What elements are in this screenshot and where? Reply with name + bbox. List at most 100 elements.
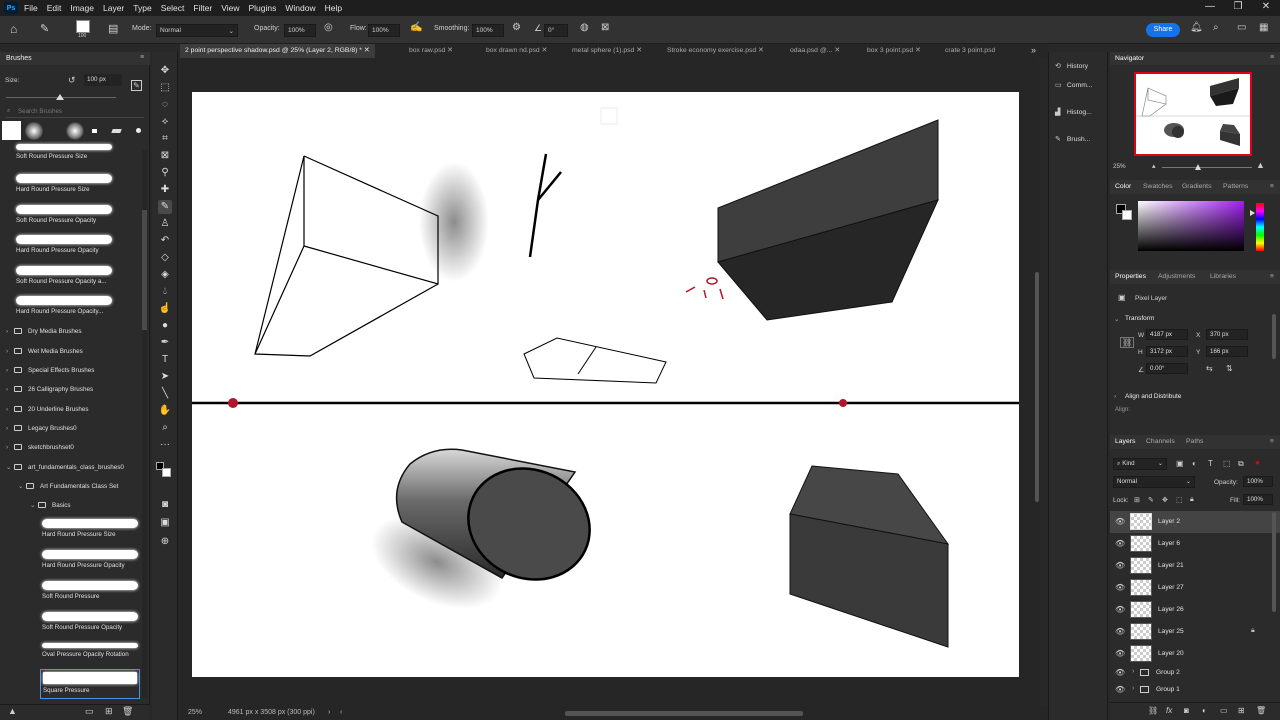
visibility-eye-icon[interactable]: 👁︎ (1115, 649, 1125, 658)
hue-slider-handle[interactable] (1250, 210, 1255, 216)
frame-tool-icon[interactable]: ⊠ (158, 149, 172, 163)
filter-smart-object-icon[interactable]: ⧉ (1238, 459, 1244, 469)
lock-transparent-icon[interactable]: ⊞ (1134, 496, 1140, 504)
type-tool-icon[interactable]: T (158, 353, 172, 367)
folder-calligraphy[interactable]: › 26 Calligraphy Brushes (6, 386, 93, 393)
angle-input[interactable]: 0° (544, 24, 568, 37)
new-brush-plus-icon[interactable]: ⊞ (105, 706, 113, 717)
visibility-eye-icon[interactable]: 👁︎ (1115, 605, 1125, 614)
tab-stroke-economy[interactable]: Stroke economy exercise.psd ✕ (662, 44, 769, 58)
visibility-eye-icon[interactable]: 👁︎ (1115, 517, 1125, 526)
zoom-in-icon[interactable]: ▲ (1256, 160, 1265, 170)
recent-brush-small[interactable] (136, 128, 141, 133)
brush-preset-item[interactable]: Soft Round Pressure Size (16, 144, 112, 160)
filter-pixel-icon[interactable]: ▣ (1176, 459, 1184, 468)
histogram-panel-button[interactable]: ▟ Histog... (1055, 108, 1092, 116)
comments-panel-button[interactable]: ▭ Comm... (1055, 81, 1093, 89)
add-mask-icon[interactable]: ◙ (1184, 706, 1189, 715)
recent-brush-square[interactable] (92, 129, 97, 133)
restore-button[interactable]: ❐ (1224, 0, 1252, 16)
menu-type[interactable]: Type (133, 3, 151, 13)
blend-mode-select[interactable]: Normal ⌄ (1113, 476, 1195, 488)
tab-box-3-point[interactable]: box 3 point.psd ✕ (862, 44, 926, 58)
tab-close-icon[interactable]: ✕ (636, 47, 642, 54)
tabs-overflow-icon[interactable]: » (1031, 45, 1036, 55)
folder-special-effects[interactable]: › Special Effects Brushes (6, 367, 94, 374)
minimize-button[interactable]: — (1196, 0, 1224, 16)
tab-close-icon[interactable]: ✕ (447, 47, 453, 54)
recent-brush-hard[interactable] (2, 121, 21, 140)
link-dimensions-icon[interactable]: ⛓ (1120, 337, 1135, 348)
zoom-out-icon[interactable]: ▴ (1152, 162, 1156, 170)
width-input[interactable]: 4187 px (1146, 329, 1188, 340)
new-layer-icon[interactable]: ⊞ (1238, 706, 1245, 715)
visibility-eye-icon[interactable]: 👁︎ (1115, 685, 1125, 694)
tab-libraries[interactable]: Libraries (1210, 273, 1236, 280)
panel-menu-icon[interactable]: ≡ (1270, 183, 1274, 190)
lock-artboard-icon[interactable]: ⬚ (1176, 496, 1183, 504)
tab-properties[interactable]: Properties (1115, 273, 1146, 280)
folder-wet-media[interactable]: › Wet Media Brushes (6, 348, 83, 355)
folder-sketch[interactable]: › sketchbrushset0 (6, 444, 74, 451)
recent-brush-oval[interactable] (111, 129, 122, 133)
transform-chevron-icon[interactable]: ⌄ (1114, 315, 1119, 323)
visibility-eye-icon[interactable]: 👁︎ (1115, 539, 1125, 548)
screen-mode-icon[interactable]: ▣ (158, 516, 172, 530)
navigator-title[interactable]: Navigator (1115, 55, 1144, 62)
delete-trash-icon[interactable]: 🗑︎ (122, 706, 133, 717)
folder-legacy[interactable]: › Legacy Brushes0 (6, 425, 77, 432)
scroll-left-icon[interactable]: ‹ (340, 709, 342, 716)
menu-edit[interactable]: Edit (47, 3, 62, 13)
menu-filter[interactable]: Filter (193, 3, 212, 13)
notifications-bell-icon[interactable]: 🔔︎ (1190, 22, 1203, 33)
group-row[interactable]: 👁︎ › Group 1 (1110, 681, 1280, 698)
new-group-icon[interactable]: ▭ (1220, 706, 1228, 715)
path-selection-tool-icon[interactable]: ➤ (158, 370, 172, 384)
canvas-vertical-scrollbar[interactable] (1034, 62, 1040, 702)
quick-selection-tool-icon[interactable]: ⟡ (158, 115, 172, 129)
tab-box-drawn-nd[interactable]: box drawn nd.psd ✕ (481, 44, 552, 58)
layer-opacity-input[interactable]: 100% (1243, 476, 1273, 487)
layer-row[interactable]: 👁︎ Layer 25 🔒︎ (1110, 621, 1280, 643)
smoothing-options-gear-icon[interactable]: ⚙ (512, 22, 521, 33)
folder-basics[interactable]: ⌄ Basics (30, 502, 71, 509)
folder-art-fundamentals-class-set[interactable]: ⌄ Art Fundamentals Class Set (18, 483, 118, 490)
paint-bucket-tool-icon[interactable]: ◈ (158, 268, 172, 282)
layer-effects-fx-icon[interactable]: fx (1166, 706, 1172, 715)
panel-menu-icon[interactable]: ≡ (1270, 54, 1274, 61)
tab-swatches[interactable]: Swatches (1143, 183, 1172, 190)
default-colors-icon[interactable] (152, 476, 178, 490)
search-icon[interactable]: ⌕ (1213, 22, 1219, 33)
panel-menu-icon[interactable]: ≡ (1270, 273, 1274, 280)
reset-size-icon[interactable]: ↺ (68, 75, 76, 86)
lock-image-icon[interactable]: ✎ (1148, 496, 1154, 504)
crop-tool-icon[interactable]: ⌗ (158, 132, 172, 146)
brush-tool-icon[interactable]: ✎ (158, 200, 172, 214)
healing-brush-tool-icon[interactable]: ✚ (158, 183, 172, 197)
brushes-panel-title[interactable]: Brushes (6, 55, 32, 62)
brush-preset-item[interactable]: Hard Round Pressure Opacity (16, 235, 112, 254)
tab-patterns[interactable]: Patterns (1223, 183, 1248, 190)
clone-stamp-tool-icon[interactable]: ♙ (158, 217, 172, 231)
navigator-preview[interactable] (1134, 72, 1252, 156)
brush-settings-icon[interactable]: ▤ (108, 22, 118, 35)
brush-preset-item[interactable]: Oval Pressure Opacity Rotation (42, 643, 138, 658)
flip-horizontal-icon[interactable]: ⇆ (1206, 364, 1213, 373)
chevron-right-icon[interactable]: › (1132, 668, 1134, 675)
opacity-input[interactable]: 100% (284, 24, 316, 37)
brush-preset-picker[interactable] (76, 20, 90, 33)
mode-select[interactable]: Normal ⌄ (156, 24, 238, 37)
new-brush-icon[interactable]: ✎ (131, 80, 142, 91)
align-chevron-icon[interactable]: › (1114, 393, 1116, 400)
tab-color[interactable]: Color (1115, 183, 1131, 190)
brush-preset-item[interactable]: Soft Round Pressure Opacity a... (16, 266, 112, 285)
artboard-tool-icon[interactable]: ⬚ (158, 81, 172, 95)
tab-layers[interactable]: Layers (1115, 438, 1135, 445)
home-icon[interactable]: ⌂ (10, 22, 17, 36)
smudge-tool-icon[interactable]: ☝ (158, 302, 172, 316)
tab-adjustments[interactable]: Adjustments (1158, 273, 1195, 280)
tab-gradients[interactable]: Gradients (1182, 183, 1211, 190)
menu-select[interactable]: Select (161, 3, 185, 13)
panels-icon[interactable]: ▦ (1259, 22, 1268, 33)
menu-layer[interactable]: Layer (103, 3, 124, 13)
